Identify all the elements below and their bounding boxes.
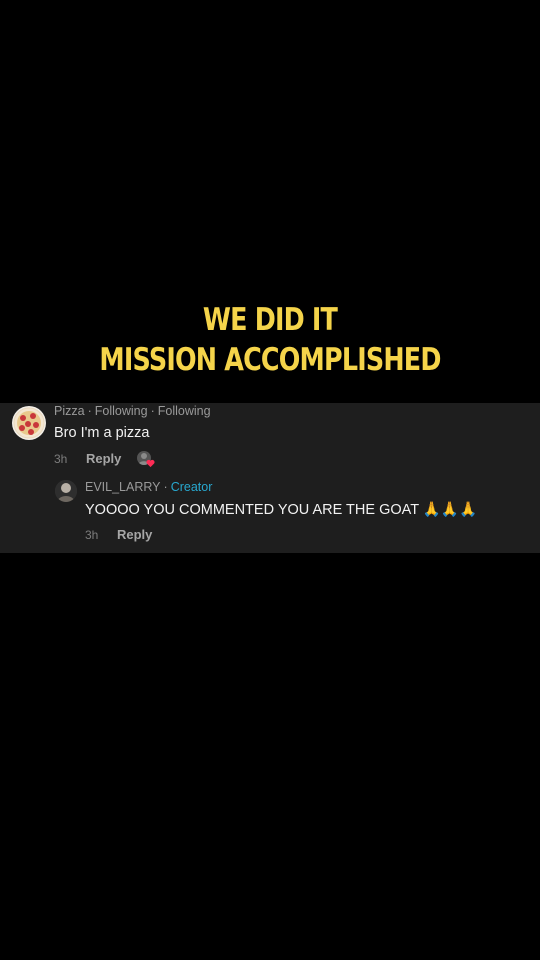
comment-meta: Pizza · Following · Following <box>54 404 211 418</box>
creator-badge: Creator <box>170 480 213 494</box>
video-caption: WE DID IT MISSION ACCOMPLISHED <box>49 300 492 380</box>
comment-username[interactable]: Pizza <box>54 404 85 418</box>
caption-line-1: WE DID IT <box>202 302 338 338</box>
reply-reply-button[interactable]: Reply <box>117 527 152 542</box>
meta-separator: · <box>163 480 168 494</box>
meta-separator: · <box>150 404 155 418</box>
reply-meta: EVIL_LARRY · Creator <box>85 480 212 494</box>
comment-time: 3h <box>54 452 68 466</box>
pizza-avatar[interactable] <box>12 406 46 440</box>
praying-hands-emoji: 🙏🙏🙏 <box>422 502 478 518</box>
following-tag: Following <box>94 404 148 418</box>
caption-line-2: MISSION ACCOMPLISHED <box>99 342 441 378</box>
larry-avatar[interactable] <box>55 480 77 502</box>
creator-like-heart-icon <box>146 459 155 468</box>
comment-text: Bro I'm a pizza <box>54 425 150 441</box>
meta-separator: · <box>87 404 92 418</box>
comment-reply-button[interactable]: Reply <box>86 451 121 466</box>
comment-card: Pizza · Following · Following Bro I'm a pizz… <box>0 403 540 553</box>
reply-username[interactable]: EVIL_LARRY <box>85 480 161 494</box>
following-tag: Following <box>157 404 211 418</box>
user-avatar-icon <box>55 480 77 502</box>
reply-text: YOOOO YOU COMMENTED YOU ARE THE GOAT 🙏🙏🙏 <box>85 501 477 518</box>
reply-text-body: YOOOO YOU COMMENTED YOU ARE THE GOAT <box>85 502 419 518</box>
reply-time: 3h <box>85 528 99 542</box>
pizza-icon <box>13 407 45 439</box>
